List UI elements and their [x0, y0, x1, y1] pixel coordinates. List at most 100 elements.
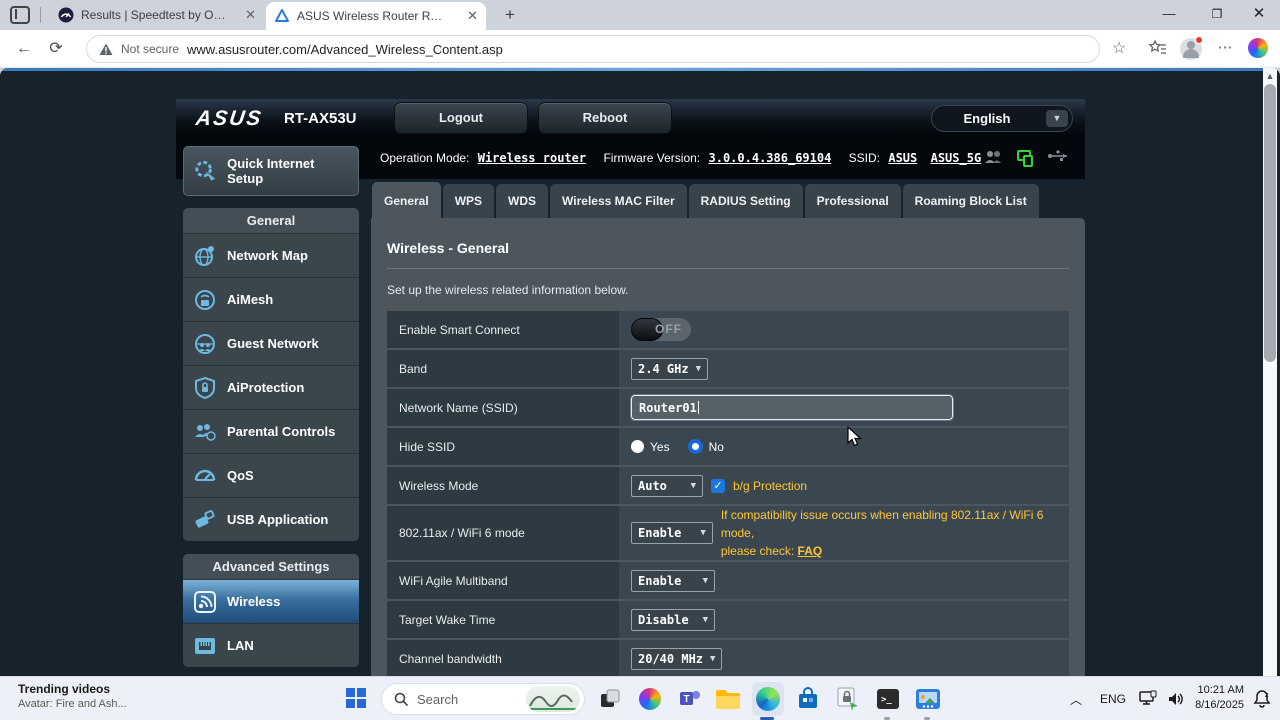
- chevron-down-icon: ▼: [690, 480, 696, 491]
- page-subtitle: Set up the wireless related information …: [387, 283, 629, 297]
- reboot-button[interactable]: Reboot: [538, 102, 672, 134]
- band-select[interactable]: 2.4 GHz ▼: [631, 357, 708, 380]
- copilot-app-icon[interactable]: [636, 685, 664, 713]
- row-ssid: Network Name (SSID) Router01: [387, 389, 1069, 426]
- sidebar-item-label: Wireless: [227, 594, 281, 609]
- row-smart-connect: Enable Smart Connect OFF: [387, 311, 1069, 348]
- sidebar-item-aiprotection[interactable]: AiProtection: [183, 365, 359, 409]
- browser-menu-icon[interactable]: ⋯: [1214, 38, 1236, 60]
- sidebar-item-label: AiProtection: [227, 380, 305, 395]
- edge-icon[interactable]: [754, 685, 782, 713]
- page-scrollbar[interactable]: ▲: [1263, 68, 1277, 676]
- section-title: General: [183, 208, 359, 233]
- row-target-wake-time: Target Wake Time Disable ▼: [387, 601, 1069, 638]
- widgets-button[interactable]: Trending videos Avatar: Fire and Ash...: [18, 682, 127, 710]
- window-minimize-button[interactable]: —: [1148, 0, 1190, 30]
- sidebar-item-wireless[interactable]: Wireless: [183, 579, 359, 623]
- target-wake-time-select[interactable]: Disable ▼: [631, 608, 715, 631]
- sidebar-item-label: Network Map: [227, 248, 308, 263]
- field-label: Wireless Mode: [387, 467, 619, 504]
- chevron-down-icon: ▼: [702, 575, 708, 586]
- window-close-button[interactable]: ✕: [1238, 0, 1280, 30]
- logout-button[interactable]: Logout: [394, 102, 528, 134]
- back-button[interactable]: ←: [12, 37, 36, 61]
- notification-bell-icon[interactable]: z: [1248, 685, 1276, 713]
- window-restore-button[interactable]: ❐: [1196, 0, 1238, 30]
- tab-wireless-mac-filter[interactable]: Wireless MAC Filter: [550, 184, 687, 218]
- smart-connect-toggle[interactable]: OFF: [631, 318, 691, 341]
- address-bar[interactable]: Not secure www.asusrouter.com/Advanced_W…: [86, 35, 1100, 63]
- close-tab-icon[interactable]: ✕: [245, 7, 256, 23]
- ax-mode-select[interactable]: Enable ▼: [631, 522, 713, 544]
- taskbar-search[interactable]: Search: [381, 683, 585, 715]
- browser-tab-asus-router[interactable]: ASUS Wireless Router RT-AX53U ✕: [266, 2, 486, 30]
- sidebar-item-label: QoS: [227, 468, 254, 483]
- tab-general[interactable]: General: [372, 182, 441, 218]
- tab-wds[interactable]: WDS: [496, 184, 549, 218]
- channel-bandwidth-select[interactable]: 20/40 MHz ▼: [631, 647, 723, 670]
- wireless-mode-select[interactable]: Auto ▼: [631, 474, 703, 497]
- bookmark-star-icon[interactable]: ☆: [1108, 38, 1130, 60]
- sidebar-item-aimesh[interactable]: AiMesh: [183, 277, 359, 321]
- svg-text:z: z: [1265, 692, 1269, 699]
- favorites-list-icon[interactable]: [1148, 38, 1170, 60]
- media-app-icon[interactable]: [914, 685, 942, 713]
- tray-chevron-icon[interactable]: ︿: [1062, 685, 1090, 713]
- row-wireless-mode: Wireless Mode Auto ▼ ✓ b/g Protection: [387, 467, 1069, 504]
- volume-tray-icon[interactable]: [1162, 685, 1190, 713]
- language-indicator[interactable]: ENG: [1096, 685, 1130, 713]
- firmware-version-link[interactable]: 3.0.0.4.386_69104: [709, 151, 832, 165]
- sidebar-item-guest-network[interactable]: Guest Network: [183, 321, 359, 365]
- terminal-icon[interactable]: >_: [874, 685, 902, 713]
- usb-status-icon[interactable]: [1047, 148, 1069, 164]
- security-app-icon[interactable]: [834, 685, 862, 713]
- svg-text:T: T: [683, 694, 689, 705]
- microsoft-store-icon[interactable]: [794, 685, 822, 713]
- bg-protection-checkbox[interactable]: ✓: [711, 478, 725, 493]
- start-button[interactable]: [344, 686, 370, 712]
- router-ui: ASUS RT-AX53U Logout Reboot English ▼ Op…: [176, 99, 1085, 676]
- clients-icon[interactable]: [983, 148, 1003, 168]
- connected-devices-icon[interactable]: [1015, 148, 1035, 168]
- task-view-icon[interactable]: [596, 685, 624, 713]
- row-band: Band 2.4 GHz ▼: [387, 350, 1069, 387]
- agile-multiband-select[interactable]: Enable ▼: [631, 569, 715, 592]
- tab-layout-icon[interactable]: [10, 6, 30, 24]
- faq-link[interactable]: FAQ: [798, 544, 823, 558]
- ssid-24-link[interactable]: ASUS: [888, 151, 917, 165]
- clock[interactable]: 10:21 AM 8/16/2025: [1192, 683, 1244, 713]
- row-hide-ssid: Hide SSID Yes No: [387, 428, 1069, 465]
- language-selector[interactable]: English ▼: [931, 105, 1073, 132]
- scroll-up-arrow-icon[interactable]: ▲: [1263, 68, 1277, 84]
- ssid-5g-link[interactable]: ASUS_5G: [931, 151, 982, 165]
- router-model-label: RT-AX53U: [284, 110, 357, 127]
- network-tray-icon[interactable]: [1134, 685, 1162, 713]
- browser-tab-speedtest[interactable]: Results | Speedtest by Ookla ✕: [50, 2, 264, 28]
- search-highlight-image[interactable]: [526, 686, 580, 712]
- teams-icon[interactable]: T: [676, 685, 704, 713]
- sidebar-item-network-map[interactable]: Network Map: [183, 233, 359, 277]
- close-tab-icon[interactable]: ✕: [467, 8, 478, 24]
- hide-ssid-yes-radio[interactable]: [631, 440, 644, 453]
- tab-professional[interactable]: Professional: [804, 184, 901, 218]
- scrollbar-thumb[interactable]: [1264, 84, 1276, 362]
- widget-headline: Trending videos: [18, 682, 111, 696]
- tab-roaming-block-list[interactable]: Roaming Block List: [902, 184, 1039, 218]
- hide-ssid-no-radio[interactable]: [687, 439, 703, 454]
- sidebar-item-quick-internet-setup[interactable]: Quick Internet Setup: [183, 146, 359, 196]
- tab-wps[interactable]: WPS: [442, 184, 495, 218]
- sidebar-item-parental-controls[interactable]: Parental Controls: [183, 409, 359, 453]
- new-tab-button[interactable]: +: [498, 4, 522, 28]
- operation-mode-link[interactable]: Wireless router: [478, 151, 586, 165]
- sidebar-item-qos[interactable]: QoS: [183, 453, 359, 497]
- settings-table: Enable Smart Connect OFF Band 2.4 GHz▼: [387, 311, 1069, 676]
- copilot-icon[interactable]: [1248, 38, 1268, 58]
- refresh-button[interactable]: ⟳: [44, 37, 68, 61]
- radio-label: Yes: [650, 439, 670, 454]
- sidebar-item-lan[interactable]: LAN: [183, 623, 359, 667]
- file-explorer-icon[interactable]: [714, 685, 742, 713]
- profile-avatar[interactable]: [1180, 36, 1203, 60]
- sidebar-item-usb-application[interactable]: USB Application: [183, 497, 359, 541]
- tab-radius-setting[interactable]: RADIUS Setting: [688, 184, 803, 218]
- ssid-input[interactable]: Router01: [630, 394, 954, 421]
